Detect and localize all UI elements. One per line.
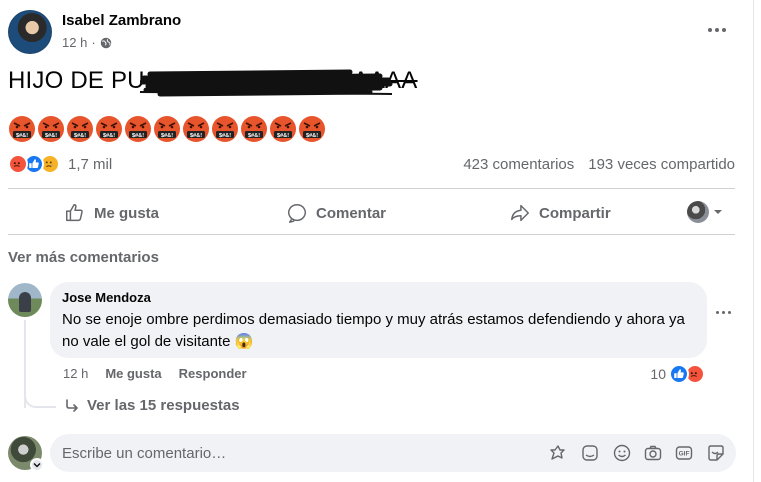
share-button[interactable]: Compartir bbox=[509, 198, 611, 228]
like-button[interactable]: Me gusta bbox=[64, 198, 159, 228]
author-name[interactable]: Isabel Zambrano bbox=[62, 12, 181, 29]
shares-count[interactable]: 193 veces compartido bbox=[588, 156, 735, 173]
angry-emoji-icon: $#&! bbox=[67, 116, 93, 142]
like-label: Me gusta bbox=[94, 204, 160, 222]
scribble-redaction bbox=[140, 69, 393, 97]
angry-emoji-icon: $#&! bbox=[9, 116, 35, 142]
post-options-button[interactable] bbox=[703, 18, 731, 42]
share-label: Compartir bbox=[539, 204, 611, 222]
camera-icon[interactable] bbox=[643, 443, 663, 463]
comment-input[interactable] bbox=[62, 434, 532, 472]
meta-separator: · bbox=[91, 35, 96, 50]
comment-meta: 12 h Me gusta Responder bbox=[63, 366, 247, 381]
angry-reaction-icon bbox=[8, 154, 28, 174]
view-replies-link[interactable]: Ver las 15 respuestas bbox=[64, 397, 240, 414]
sticker-peel-icon[interactable] bbox=[706, 443, 726, 463]
angry-emoji-caption: $#&! bbox=[219, 133, 231, 139]
view-replies-label: Ver las 15 respuestas bbox=[87, 397, 240, 414]
angry-emoji-icon: $#&! bbox=[154, 116, 180, 142]
caret-down-icon bbox=[714, 210, 722, 214]
gif-icon[interactable]: GIF bbox=[674, 443, 694, 463]
comment-composer: GIF bbox=[50, 434, 736, 472]
svg-text:GIF: GIF bbox=[679, 451, 690, 458]
comment-like-button[interactable]: Me gusta bbox=[105, 366, 161, 381]
comment-text: No se enoje ombre perdimos demasiado tie… bbox=[62, 311, 685, 350]
angry-emoji-icon: $#&! bbox=[299, 116, 325, 142]
comments-count[interactable]: 423 comentarios bbox=[463, 156, 574, 173]
emoji-icon[interactable] bbox=[612, 443, 632, 463]
angry-emoji-icon: $#&! bbox=[96, 116, 122, 142]
comment-reaction-count: 10 bbox=[650, 366, 666, 382]
post-stats: 423 comentarios 193 veces compartido bbox=[463, 156, 735, 173]
post-text-visible: HIJO DE PU bbox=[8, 67, 145, 94]
see-more-comments[interactable]: Ver más comentarios bbox=[8, 249, 159, 266]
angry-emoji-caption: $#&! bbox=[103, 133, 115, 139]
comment-bubble: Jose Mendoza No se enoje ombre perdimos … bbox=[50, 282, 707, 358]
angry-emoji-icon: $#&! bbox=[212, 116, 238, 142]
angry-emoji-icon: $#&! bbox=[241, 116, 267, 142]
reaction-summary[interactable]: 1,7 mil bbox=[8, 154, 112, 174]
angry-emoji-icon: $#&! bbox=[38, 116, 64, 142]
commenter-avatar[interactable] bbox=[8, 283, 42, 317]
comment-reactions[interactable]: 10 bbox=[650, 364, 705, 384]
angry-emoji-icon: $#&! bbox=[270, 116, 296, 142]
user-mini-avatar bbox=[687, 201, 709, 223]
share-arrow-icon bbox=[511, 204, 529, 222]
reaction-count[interactable]: 1,7 mil bbox=[68, 156, 112, 173]
comment-button[interactable]: Comentar bbox=[286, 198, 386, 228]
angry-emoji-caption: $#&! bbox=[306, 133, 318, 139]
angry-emoji-caption: $#&! bbox=[190, 133, 202, 139]
thumbs-up-icon bbox=[66, 204, 83, 222]
angry-emoji-caption: $#&! bbox=[16, 133, 28, 139]
comment-bubble-icon bbox=[288, 204, 306, 223]
comment-label: Comentar bbox=[316, 204, 387, 222]
reply-arrow-icon bbox=[66, 398, 78, 412]
thread-curve bbox=[24, 388, 56, 408]
angry-emoji-caption: $#&! bbox=[132, 133, 144, 139]
angry-emoji-caption: $#&! bbox=[248, 133, 260, 139]
post-time[interactable]: 12 h bbox=[62, 35, 87, 50]
avatar-sticker-icon[interactable] bbox=[548, 443, 568, 463]
profile-switch-chevron[interactable] bbox=[30, 458, 44, 472]
divider-bottom bbox=[8, 234, 735, 235]
comment-reply-button[interactable]: Responder bbox=[179, 366, 247, 381]
angry-emoji-caption: $#&! bbox=[161, 133, 173, 139]
post-card: Isabel Zambrano 12 h · HIJO DE PU AAAA $#… bbox=[0, 0, 754, 482]
divider-top bbox=[8, 188, 735, 189]
sticker-icon[interactable] bbox=[580, 443, 600, 463]
chevron-down-icon bbox=[33, 463, 41, 468]
angry-emoji-caption: $#&! bbox=[74, 133, 86, 139]
globe-icon bbox=[100, 37, 111, 48]
like-reaction-icon bbox=[669, 364, 689, 384]
angry-emoji-icon: $#&! bbox=[183, 116, 209, 142]
author-avatar[interactable] bbox=[8, 10, 52, 54]
angry-emoji-row: $#&! $#&! $#&! $#&! $#&! $#&! $#&! $#&! $#&! $#&!… bbox=[8, 115, 326, 143]
angry-emoji-caption: $#&! bbox=[277, 133, 289, 139]
commenter-name[interactable]: Jose Mendoza bbox=[62, 290, 695, 305]
angry-emoji-icon: $#&! bbox=[125, 116, 151, 142]
post-meta: 12 h · bbox=[62, 35, 112, 50]
comment-time[interactable]: 12 h bbox=[63, 366, 88, 381]
react-as-selector[interactable] bbox=[687, 201, 723, 223]
angry-emoji-caption: $#&! bbox=[45, 133, 57, 139]
comment-options-button[interactable] bbox=[716, 311, 731, 314]
